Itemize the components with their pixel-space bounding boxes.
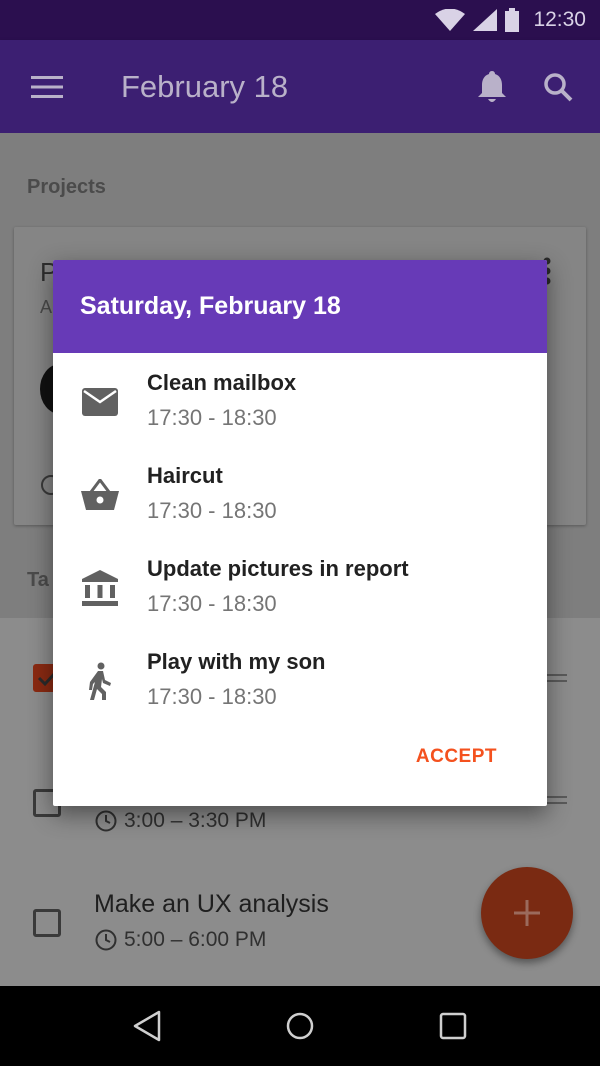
clock-icon bbox=[95, 810, 117, 832]
status-time: 12:30 bbox=[533, 8, 586, 31]
tasks-label: Ta bbox=[27, 569, 49, 591]
home-circle-icon bbox=[286, 1012, 314, 1040]
home-button[interactable] bbox=[270, 996, 330, 1056]
event-time: 17:30 - 18:30 bbox=[147, 498, 277, 523]
back-triangle-icon bbox=[133, 1010, 160, 1042]
task-time-text: 3:00 – 3:30 PM bbox=[124, 809, 267, 832]
projects-label: Projects bbox=[27, 176, 106, 198]
event-item[interactable]: Play with my son 17:30 - 18:30 bbox=[53, 632, 547, 725]
event-title: Haircut bbox=[147, 463, 223, 488]
event-title: Play with my son bbox=[147, 649, 326, 674]
app-bar: February 18 bbox=[0, 40, 600, 133]
event-item[interactable]: Haircut 17:30 - 18:30 bbox=[53, 446, 547, 539]
event-time: 17:30 - 18:30 bbox=[147, 591, 277, 616]
mail-icon bbox=[79, 381, 121, 423]
menu-icon bbox=[31, 75, 63, 98]
day-events-dialog: Saturday, February 18 Clean mailbox 17:3… bbox=[53, 260, 547, 806]
recents-square-icon bbox=[440, 1012, 467, 1040]
notifications-button[interactable] bbox=[468, 63, 516, 111]
event-time: 17:30 - 18:30 bbox=[147, 405, 277, 430]
task-time-text: 5:00 – 6:00 PM bbox=[124, 928, 267, 951]
recents-button[interactable] bbox=[423, 996, 483, 1056]
search-icon bbox=[544, 72, 573, 101]
bell-icon bbox=[478, 70, 506, 102]
task-time: 3:00 – 3:30 PM bbox=[94, 809, 266, 833]
bank-icon bbox=[79, 567, 121, 609]
app-title: February 18 bbox=[121, 68, 289, 104]
status-bar: 12:30 bbox=[0, 0, 600, 40]
task-title: Make an UX analysis bbox=[94, 890, 329, 918]
navigation-bar bbox=[0, 986, 600, 1066]
event-title: Clean mailbox bbox=[147, 370, 297, 395]
battery-icon bbox=[505, 8, 520, 32]
signal-icon bbox=[473, 9, 498, 31]
project-subtitle-fragment: A bbox=[40, 297, 53, 317]
event-item[interactable]: Update pictures in report 17:30 - 18:30 bbox=[53, 539, 547, 632]
task-time: 5:00 – 6:00 PM bbox=[94, 928, 266, 952]
walk-icon bbox=[79, 660, 121, 702]
search-button[interactable] bbox=[534, 63, 582, 111]
dialog-title: Saturday, February 18 bbox=[80, 292, 341, 320]
clock-icon bbox=[95, 929, 117, 951]
event-title: Update pictures in report bbox=[147, 556, 409, 581]
basket-icon bbox=[79, 474, 121, 516]
event-time: 17:30 - 18:30 bbox=[147, 684, 277, 709]
event-item[interactable]: Clean mailbox 17:30 - 18:30 bbox=[53, 353, 547, 446]
wifi-icon bbox=[435, 9, 466, 31]
add-button[interactable] bbox=[481, 867, 573, 959]
menu-button[interactable] bbox=[23, 63, 71, 111]
accept-button[interactable]: ACCEPT bbox=[416, 746, 497, 768]
task-checkbox[interactable] bbox=[33, 909, 61, 937]
plus-icon bbox=[514, 900, 540, 926]
dialog-header: Saturday, February 18 bbox=[53, 260, 547, 353]
back-button[interactable] bbox=[117, 996, 177, 1056]
